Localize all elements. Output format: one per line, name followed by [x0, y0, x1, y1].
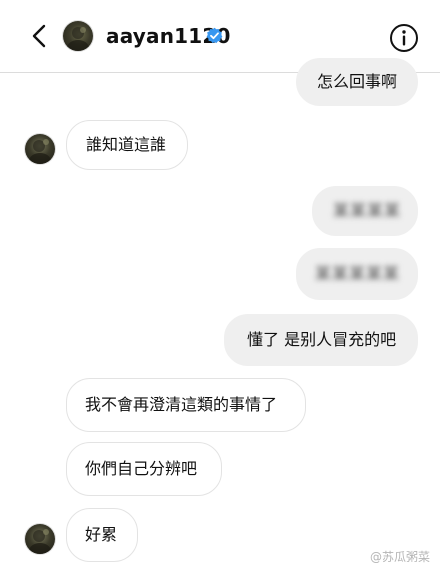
- sender-avatar[interactable]: [25, 524, 55, 554]
- message-bubble-outgoing[interactable]: 怎么回事啊: [296, 58, 418, 106]
- message-bubble-outgoing[interactable]: 懂了 是别人冒充的吧: [224, 314, 418, 366]
- message-text-redacted: 某某某某: [333, 201, 402, 220]
- header-avatar[interactable]: [63, 21, 93, 51]
- sender-avatar[interactable]: [25, 134, 55, 164]
- message-text-redacted: 某某某某某: [315, 264, 401, 283]
- message-bubble-incoming[interactable]: 我不會再澄清這類的事情了: [66, 378, 306, 432]
- message-text: 懂了 是别人冒充的吧: [247, 330, 397, 349]
- avatar-image: [29, 529, 51, 554]
- message-bubble-outgoing[interactable]: 某某某某某: [296, 248, 418, 300]
- watermark-text: @苏瓜粥菜: [369, 550, 430, 564]
- message-bubble-incoming[interactable]: 好累: [66, 508, 138, 562]
- avatar-image: [67, 27, 89, 51]
- message-text: 你們自己分辨吧: [85, 459, 198, 478]
- message-text: 好累: [85, 525, 118, 544]
- info-icon: [390, 24, 418, 52]
- message-bubble-incoming[interactable]: 你們自己分辨吧: [66, 442, 222, 496]
- avatar-image: [29, 139, 51, 164]
- info-button[interactable]: [388, 22, 420, 54]
- message-bubble-outgoing[interactable]: 某某某某: [312, 186, 418, 236]
- back-button[interactable]: [22, 18, 58, 54]
- verified-badge-icon: [206, 27, 223, 44]
- message-bubble-incoming[interactable]: 誰知道這誰: [66, 120, 188, 170]
- message-text: 誰知道這誰: [86, 135, 167, 154]
- message-text: 怎么回事啊: [317, 72, 398, 91]
- message-text: 我不會再澄清這類的事情了: [85, 395, 278, 414]
- chevron-left-icon: [32, 24, 46, 48]
